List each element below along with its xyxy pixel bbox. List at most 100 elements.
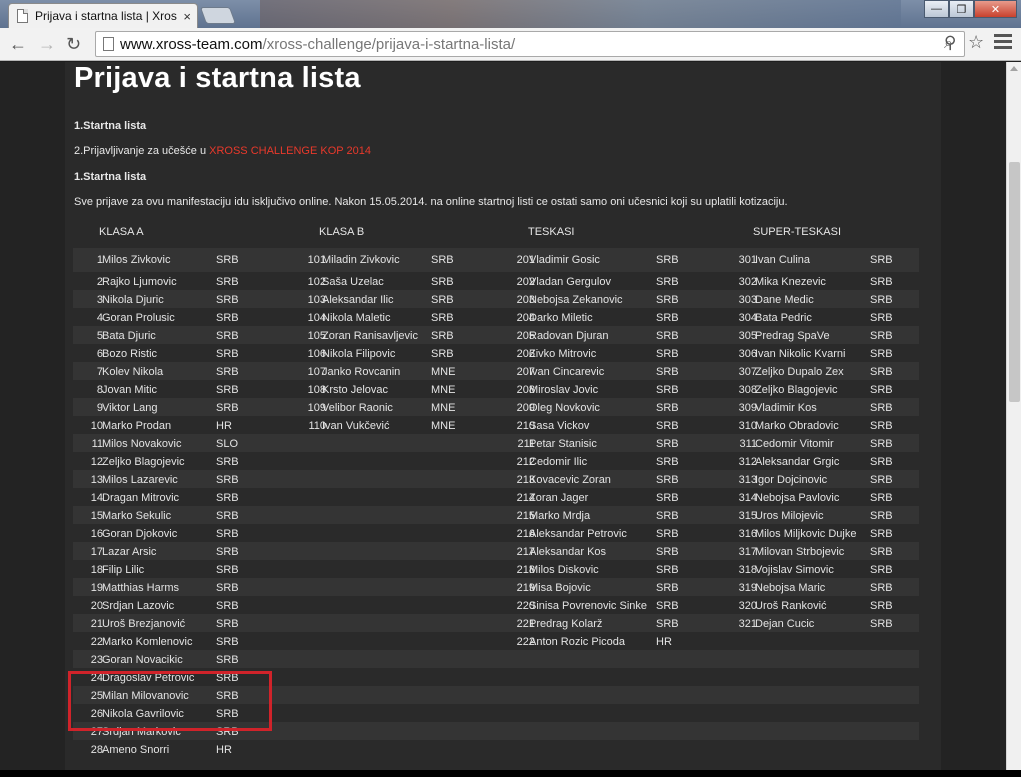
entry-country: SRB [656, 510, 679, 522]
entry-name: Marko Komlenovic [102, 636, 193, 648]
entry-name: Aleksandar Kos [529, 546, 607, 558]
entry-country: SRB [656, 492, 679, 504]
entry-country: SRB [870, 420, 893, 432]
url-text: www.xross-team.com/xross-challenge/prija… [120, 36, 516, 53]
entry-name: Vladimir Kos [755, 402, 817, 414]
entry-name: Misa Bojovic [529, 582, 591, 594]
link-prijavljivanje[interactable]: 2.Prijavljivanje za učešće u XROSS CHALL… [74, 145, 371, 157]
scroll-thumb[interactable] [1009, 162, 1020, 402]
table-row: 15 Marko Sekulic SRB 215 Marko Mrdja SRB 315 Ur… [73, 506, 919, 524]
table-row: 16 Goran Djokovic SRB 216 Aleksandar Petrovi… [73, 524, 919, 542]
table-row: 4 Goran Prolusic SRB 104 Nikola Maletic SRB 20… [73, 308, 919, 326]
tab-strip: Prijava i startna lista | Xros × — ❐ ✕ [0, 0, 1021, 28]
entry-country: SRB [216, 654, 239, 666]
entry-name: Lazar Arsic [102, 546, 157, 558]
entry-country: SRB [216, 384, 239, 396]
highlight-annotation [68, 671, 272, 731]
page-icon [17, 9, 28, 23]
entry-number: 17 [90, 546, 103, 558]
entry-country: SRB [431, 330, 454, 342]
entry-name: Nebojsa Pavlovic [755, 492, 840, 504]
entry-number: 14 [90, 492, 103, 504]
browser-tab-active[interactable]: Prijava i startna lista | Xros × [8, 3, 198, 28]
entry-name: Cedomir Vitomir [755, 438, 834, 450]
entry-name: Radovan Djuran [529, 330, 609, 342]
table-row: 18 Filip Lilic SRB 218 Milos Diskovic SRB 318 V… [73, 560, 919, 578]
entry-name: Kolev Nikola [102, 366, 164, 378]
entry-number: 316 [738, 528, 757, 540]
minimize-icon[interactable]: — [924, 0, 949, 18]
entry-country: SRB [656, 582, 679, 594]
table-row: 11 Milos Novakovic SLO 211 Petar Stanisic SRB… [73, 434, 919, 452]
entry-name: Ameno Snorri [102, 744, 170, 756]
entry-country: SRB [656, 366, 679, 378]
entry-name: Cedomir Ilic [529, 456, 588, 468]
entry-number: 7 [96, 366, 103, 378]
entry-country: SRB [431, 348, 454, 360]
entry-country: SRB [216, 294, 239, 306]
star-icon[interactable]: ☆ [968, 32, 984, 52]
link-startna-lista[interactable]: 1.Startna lista [74, 120, 146, 132]
entry-number: 309 [738, 402, 757, 414]
address-bar[interactable]: www.xross-team.com/xross-challenge/prija… [95, 31, 965, 57]
scrollbar[interactable] [1006, 62, 1021, 777]
search-icon[interactable]: ⚲ [944, 33, 956, 53]
entry-name: Miladin Zivkovic [322, 254, 400, 266]
event-link[interactable]: XROSS CHALLENGE KOP 2014 [209, 145, 371, 157]
entry-name: Vladimir Gosic [529, 254, 600, 266]
entry-name: Milos Zivkovic [102, 254, 171, 266]
entry-name: Zoran Jager [529, 492, 589, 504]
entry-country: MNE [431, 366, 456, 378]
entry-name: Goran Djokovic [102, 528, 178, 540]
reload-icon[interactable]: ↻ [66, 34, 81, 54]
entry-number: 313 [738, 474, 757, 486]
entry-country: SRB [216, 474, 239, 486]
entry-country: HR [216, 744, 232, 756]
entry-number: 19 [90, 582, 103, 594]
entry-country: SRB [870, 312, 893, 324]
entry-name: Zivko Mitrovic [529, 348, 597, 360]
table-row: 23 Goran Novacikic SRB [73, 650, 919, 668]
scroll-up-arrow-icon[interactable] [1010, 66, 1018, 71]
maximize-icon[interactable]: ❐ [949, 0, 974, 18]
table-row: 10 Marko Prodan HR 110 Ivan Vukčević MNE 210 Sa… [73, 416, 919, 434]
table-row: 14 Dragan Mitrovic SRB 214 Zoran Jager SRB 314… [73, 488, 919, 506]
column-header-klasa-b: KLASA B [319, 226, 365, 238]
tab-close-icon[interactable]: × [183, 9, 191, 24]
entry-name: Milos Lazarevic [102, 474, 178, 486]
entry-country: SRB [656, 420, 679, 432]
entry-name: Filip Lilic [102, 564, 145, 576]
entry-country: MNE [431, 402, 456, 414]
entry-country: SRB [870, 384, 893, 396]
entry-number: 302 [738, 276, 757, 288]
entry-name: Zeljko Dupalo Zex [755, 366, 844, 378]
entry-number: 319 [738, 582, 757, 594]
entry-country: SRB [216, 276, 239, 288]
entry-country: SRB [870, 474, 893, 486]
new-tab-button[interactable] [199, 7, 237, 24]
entry-name: Uros Milojevic [755, 510, 824, 522]
entry-number: 321 [738, 618, 757, 630]
entry-name: Velibor Raonic [322, 402, 393, 414]
entry-name: Srdjan Lazovic [102, 600, 175, 612]
close-window-icon[interactable]: ✕ [974, 0, 1017, 18]
table-row: 5 Bata Djuric SRB 105 Zoran Ranisavljevic SRB… [73, 326, 919, 344]
entry-name: Predrag Kolarž [529, 618, 603, 630]
menu-icon[interactable] [994, 34, 1012, 52]
browser-toolbar: ← → ↻ www.xross-team.com/xross-challenge… [0, 28, 1021, 61]
entry-country: SRB [216, 366, 239, 378]
table-row: 1 Milos Zivkovic SRB 101 Miladin Zivkovic SRB… [73, 248, 919, 272]
entry-country: MNE [431, 420, 456, 432]
entry-number: 12 [90, 456, 103, 468]
tab-title: Prijava i startna lista | Xros [35, 9, 177, 23]
entry-name: Nikola Filipovic [322, 348, 396, 360]
entry-country: SRB [656, 348, 679, 360]
back-arrow-icon[interactable]: ← [9, 34, 27, 54]
entry-name: Nikola Maletic [322, 312, 391, 324]
entry-name: Janko Rovcanin [322, 366, 401, 378]
entry-country: SRB [216, 330, 239, 342]
entry-number: 23 [90, 654, 103, 666]
forward-arrow-icon[interactable]: → [38, 34, 56, 54]
entry-country: SRB [870, 510, 893, 522]
entry-name: Viktor Lang [102, 402, 158, 414]
